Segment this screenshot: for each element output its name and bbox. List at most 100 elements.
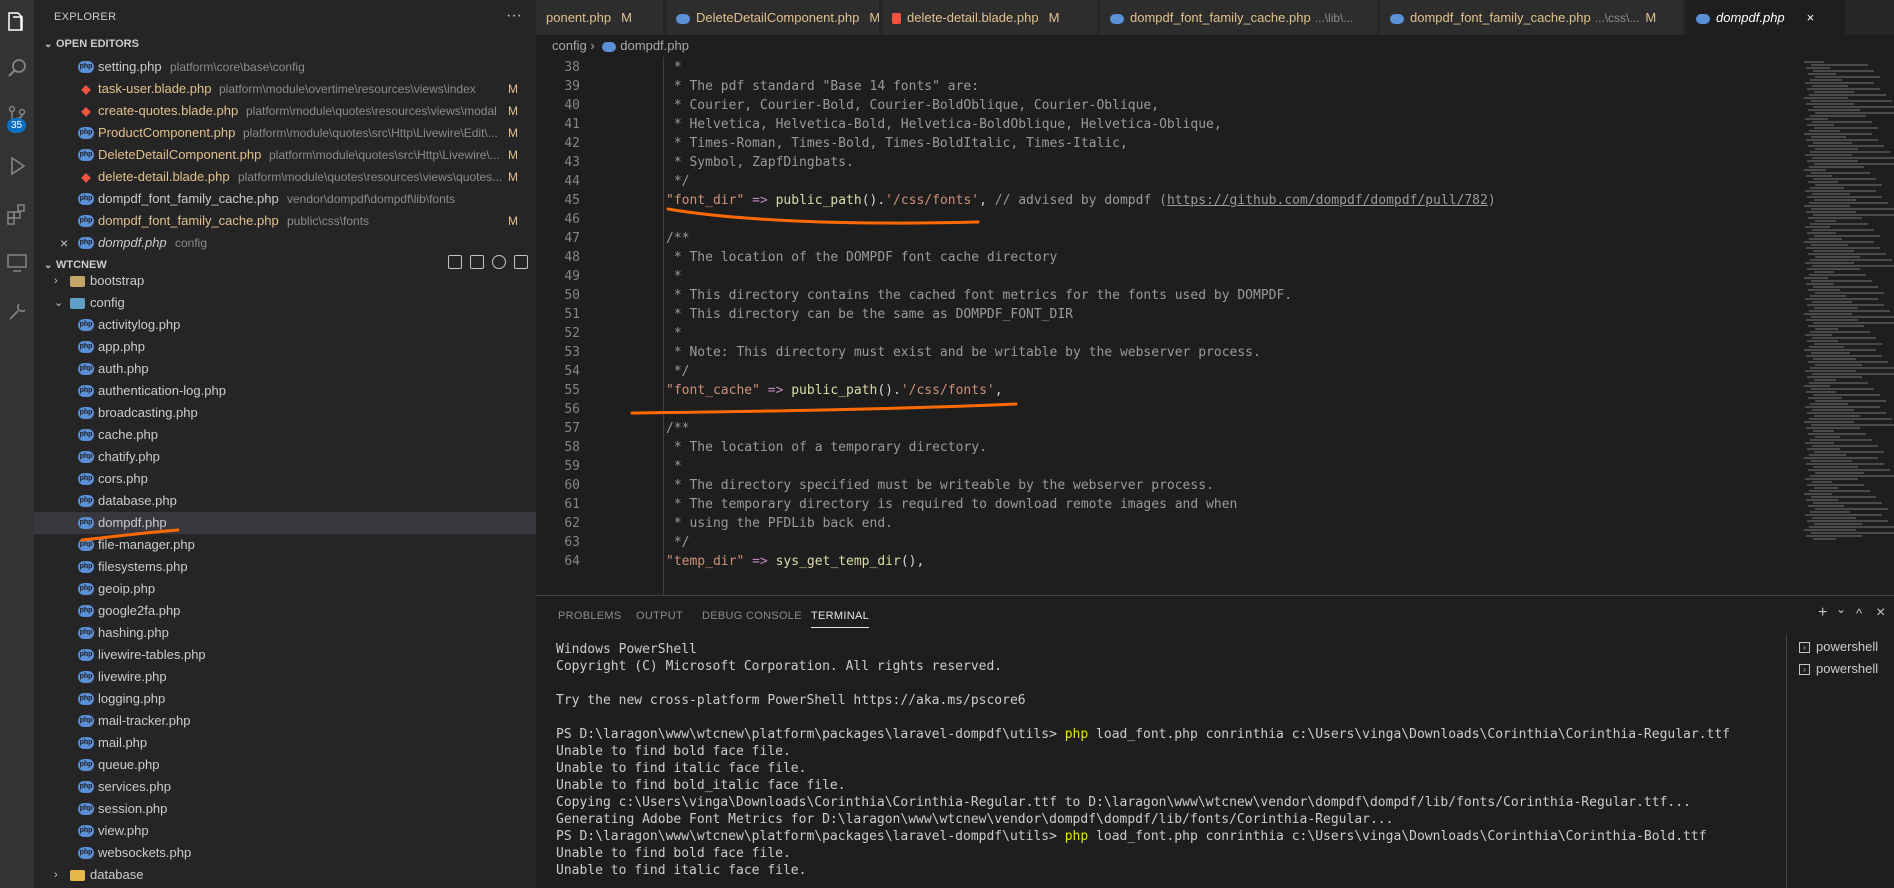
line-number: 48	[564, 250, 580, 265]
code-view[interactable]: 38 * 39 * The pdf standard "Base 14 fonts…	[536, 57, 1776, 595]
minimap-line	[1810, 475, 1894, 477]
new-file-icon[interactable]	[448, 255, 462, 269]
run-debug-icon[interactable]	[0, 146, 34, 186]
breadcrumb[interactable]: config › dompdf.php	[552, 35, 689, 57]
open-editor-item[interactable]: ◆ delete-detail.blade.php platform\module\…	[34, 166, 536, 188]
minimap-line	[1806, 319, 1858, 321]
token-arrow: =>	[759, 383, 792, 398]
file-item[interactable]: php services.php	[34, 776, 536, 798]
file-item[interactable]: php google2fa.php	[34, 600, 536, 622]
editor-tab[interactable]: dompdf_font_family_cache.php ...\css\... M	[1380, 0, 1684, 35]
minimap-line	[1805, 82, 1874, 84]
file-item[interactable]: php hashing.php	[34, 622, 536, 644]
terminal-instance[interactable]: › powershell	[1799, 658, 1878, 680]
new-terminal-icon[interactable]: +	[1818, 604, 1827, 622]
close-tab-icon[interactable]: ×	[1807, 10, 1815, 25]
file-item[interactable]: php cors.php	[34, 468, 536, 490]
minimap-line	[1810, 403, 1848, 405]
file-item[interactable]: php dompdf.php	[34, 512, 536, 534]
file-item[interactable]: php session.php	[34, 798, 536, 820]
open-editor-item[interactable]: php ProductComponent.php platform\module\q…	[34, 122, 536, 144]
token-arrow: =>	[744, 193, 776, 208]
php-file-icon: php	[78, 825, 94, 837]
file-item[interactable]: php mail-tracker.php	[34, 710, 536, 732]
close-panel-icon[interactable]: ×	[1876, 604, 1885, 622]
minimap[interactable]	[1776, 57, 1894, 595]
file-item[interactable]: php websockets.php	[34, 842, 536, 864]
tools-icon[interactable]	[0, 292, 34, 332]
file-item[interactable]: php filesystems.php	[34, 556, 536, 578]
line-text: *	[666, 58, 682, 77]
remote-explorer-icon[interactable]	[0, 242, 34, 282]
open-editor-item[interactable]: × php dompdf.php config	[34, 232, 536, 254]
minimap-line	[1809, 274, 1866, 276]
file-item[interactable]: php broadcasting.php	[34, 402, 536, 424]
open-editor-item[interactable]: ◆ task-user.blade.php platform\module\over…	[34, 78, 536, 100]
chevron-down-icon[interactable]: ⌄	[1836, 602, 1846, 616]
file-item[interactable]: php chatify.php	[34, 446, 536, 468]
minimap-line	[1814, 379, 1836, 381]
explorer-icon[interactable]	[0, 2, 34, 42]
file-item[interactable]: php livewire.php	[34, 666, 536, 688]
open-editor-item[interactable]: php DeleteDetailComponent.php platform\mod…	[34, 144, 536, 166]
php-file-icon: php	[78, 495, 94, 507]
file-name: database.php	[98, 493, 177, 508]
file-item[interactable]: php app.php	[34, 336, 536, 358]
token-url[interactable]: https://github.com/dompdf/dompdf/pull/78…	[1167, 193, 1488, 208]
breadcrumb-file[interactable]: dompdf.php	[620, 38, 689, 53]
collapse-all-icon[interactable]	[514, 255, 528, 269]
more-actions-icon[interactable]: ···	[506, 0, 522, 32]
tab-terminal[interactable]: TERMINAL	[811, 610, 870, 628]
open-editors-header[interactable]: ⌄ OPEN EDITORS	[34, 33, 536, 55]
minimap-line	[1808, 109, 1860, 111]
minimap-line	[1811, 316, 1894, 318]
bottom-panel: PROBLEMS OUTPUT DEBUG CONSOLE TERMINAL +…	[536, 595, 1894, 888]
new-folder-icon[interactable]	[470, 255, 484, 269]
file-item[interactable]: php database.php	[34, 490, 536, 512]
editor-tab[interactable]: dompdf_font_family_cache.php ...\lib\...	[1100, 0, 1378, 35]
editor-tab[interactable]: DeleteDetailComponent.php M	[666, 0, 880, 35]
breadcrumb-folder[interactable]: config	[552, 38, 587, 53]
folder-database[interactable]: › database	[34, 864, 536, 886]
open-editor-item[interactable]: php setting.php platform\core\base\config	[34, 56, 536, 78]
folder-config[interactable]: ⌄ config	[34, 292, 536, 314]
php-file-icon: php	[78, 193, 94, 205]
file-item[interactable]: php logging.php	[34, 688, 536, 710]
file-item[interactable]: php authentication-log.php	[34, 380, 536, 402]
folder-label: bootstrap	[90, 273, 145, 288]
file-item[interactable]: php auth.php	[34, 358, 536, 380]
php-file-icon: php	[78, 627, 94, 639]
scm-badge: 35	[7, 118, 27, 133]
file-item[interactable]: php cache.php	[34, 424, 536, 446]
refresh-icon[interactable]	[492, 255, 506, 269]
file-item[interactable]: php mail.php	[34, 732, 536, 754]
editor-tab[interactable]: delete-detail.blade.php M	[882, 0, 1098, 35]
terminal-instance[interactable]: › powershell	[1799, 636, 1878, 658]
editor-tab[interactable]: ponent.php M	[536, 0, 664, 35]
tab-problems[interactable]: PROBLEMS	[558, 610, 622, 622]
tab-debug-console[interactable]: DEBUG CONSOLE	[702, 610, 802, 622]
minimap-line	[1804, 421, 1854, 423]
modified-badge: M	[508, 148, 518, 162]
editor-tab[interactable]: dompdf.php ×	[1686, 0, 1846, 35]
folder-bootstrap[interactable]: › bootstrap	[34, 270, 536, 292]
tab-output[interactable]: OUTPUT	[636, 610, 683, 622]
terminal-output[interactable]: Windows PowerShell Copyright (C) Microsof…	[536, 634, 1786, 888]
file-item[interactable]: php view.php	[34, 820, 536, 842]
file-item[interactable]: php activitylog.php	[34, 314, 536, 336]
open-editor-item[interactable]: php dompdf_font_family_cache.php vendor\do…	[34, 188, 536, 210]
open-editor-item[interactable]: php dompdf_font_family_cache.php public\cs…	[34, 210, 536, 232]
folder-label: config	[90, 295, 125, 310]
minimap-line	[1807, 376, 1862, 378]
line-text: * using the PFDLib back end.	[666, 514, 893, 533]
close-icon[interactable]: ×	[60, 232, 68, 254]
search-icon[interactable]	[0, 48, 34, 88]
open-editor-item[interactable]: ◆ create-quotes.blade.php platform\module\…	[34, 100, 536, 122]
file-item[interactable]: php file-manager.php	[34, 534, 536, 556]
file-item[interactable]: php livewire-tables.php	[34, 644, 536, 666]
maximize-panel-icon[interactable]: ^	[1856, 606, 1862, 621]
line-text: /**	[666, 229, 689, 248]
file-item[interactable]: php geoip.php	[34, 578, 536, 600]
file-item[interactable]: php queue.php	[34, 754, 536, 776]
extensions-icon[interactable]	[0, 194, 34, 234]
